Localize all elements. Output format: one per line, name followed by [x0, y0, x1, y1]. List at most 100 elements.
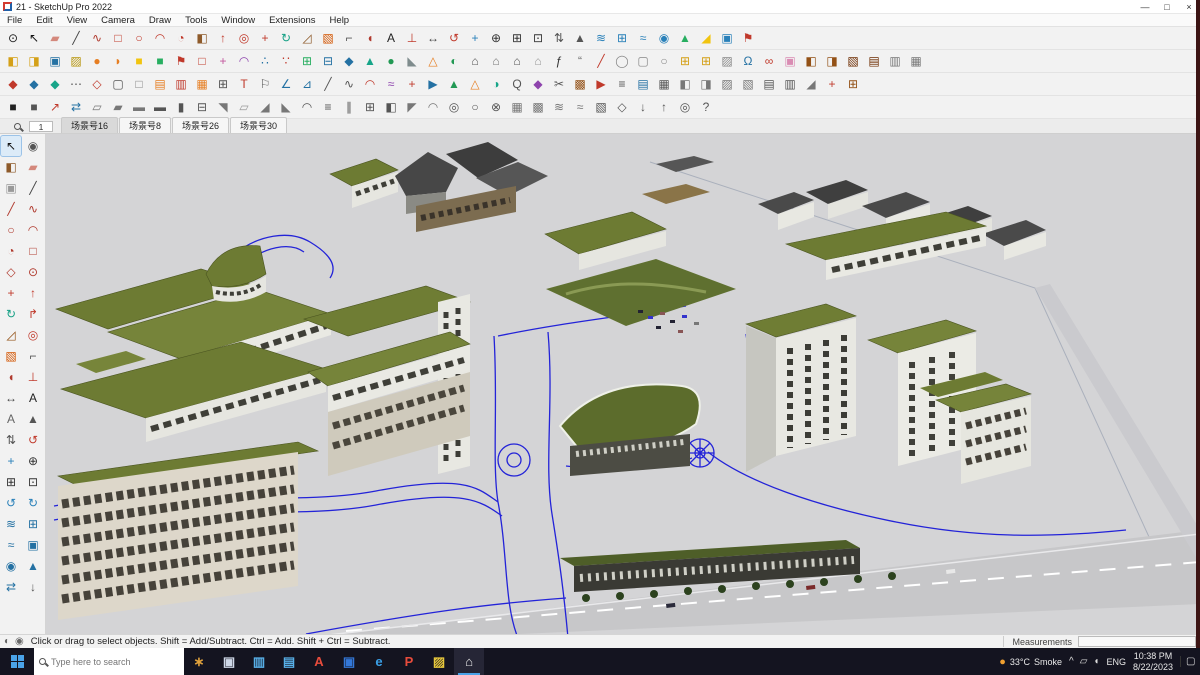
mesh2-icon[interactable]: ▩ — [528, 97, 548, 117]
iso-box-icon[interactable]: ◧ — [675, 74, 695, 94]
taskbar-store-app-icon[interactable]: ▥ — [244, 648, 274, 675]
menu-help[interactable]: Help — [323, 14, 357, 27]
clock[interactable]: 10:38 PM 8/22/2023 — [1133, 651, 1173, 673]
wall-icon[interactable]: ▥ — [780, 74, 800, 94]
line2-icon[interactable]: ╱ — [318, 74, 338, 94]
taskbar-colorwheel-app-icon[interactable]: ∗ — [184, 648, 214, 675]
tape-measure-icon[interactable]: ⌐ — [339, 28, 359, 48]
look-around-tool[interactable]: ◉ — [23, 136, 43, 156]
oval-button-icon[interactable]: ◯ — [612, 51, 632, 71]
scene-tab-16[interactable]: 场景号16 — [61, 117, 119, 133]
hatch2-icon[interactable]: ▧ — [738, 74, 758, 94]
polygon-tool[interactable]: ⊙ — [23, 262, 43, 282]
taskbar-yellow-app-icon[interactable]: ▨ — [424, 648, 454, 675]
orbit-tool[interactable]: ↺ — [23, 430, 43, 450]
taskbar-blue-app-icon[interactable]: ▣ — [334, 648, 364, 675]
section2-icon[interactable]: ▧ — [591, 97, 611, 117]
leaf-icon[interactable]: ◐ — [444, 51, 464, 71]
component-box2-icon[interactable]: ◨ — [24, 51, 44, 71]
menu-extensions[interactable]: Extensions — [262, 14, 322, 27]
circle-tool-icon[interactable]: ○ — [129, 28, 149, 48]
add-detail-tool[interactable]: ▲ — [23, 556, 43, 576]
dots-path-icon[interactable]: ⋯ — [66, 74, 86, 94]
pie-tool-icon[interactable]: ◔ — [171, 28, 191, 48]
box3d-3-icon[interactable]: ▧ — [843, 51, 863, 71]
minimize-button[interactable]: — — [1134, 0, 1156, 14]
protractor-icon[interactable]: ◖ — [360, 28, 380, 48]
arc-tool-icon[interactable]: ◠ — [150, 28, 170, 48]
taskbar-search[interactable] — [34, 648, 184, 675]
paint-bucket-tool[interactable]: ◧ — [1, 157, 21, 177]
green-tri-icon[interactable]: ▲ — [444, 74, 464, 94]
pie-tool[interactable]: ◔ — [1, 241, 21, 261]
truss-icon[interactable]: ◥ — [213, 97, 233, 117]
material-blue-icon[interactable]: ▣ — [45, 51, 65, 71]
terrain-icon[interactable]: ≋ — [549, 97, 569, 117]
stack-icon[interactable]: ▤ — [633, 74, 653, 94]
panel-icon[interactable]: ▬ — [129, 97, 149, 117]
beam-icon[interactable]: ▬ — [150, 97, 170, 117]
red-text-icon[interactable]: T — [234, 74, 254, 94]
taskbar-red-a-app-icon[interactable]: A — [304, 648, 334, 675]
angle-icon[interactable]: ∠ — [276, 74, 296, 94]
flag-outline-icon[interactable]: ⚐ — [255, 74, 275, 94]
ellipse-icon[interactable]: ○ — [654, 51, 674, 71]
orange-disc-icon[interactable]: ● — [87, 51, 107, 71]
text-tool[interactable]: A — [23, 388, 43, 408]
start-button[interactable] — [0, 648, 34, 675]
language-indicator[interactable]: ENG — [1106, 657, 1126, 667]
round-rect-icon[interactable]: ▢ — [633, 51, 653, 71]
select-tool-icon[interactable]: ↖ — [24, 28, 44, 48]
weather-widget[interactable]: ● 33°C Smoke — [999, 656, 1062, 668]
hexagon-icon[interactable]: ◇ — [87, 74, 107, 94]
flip-edge-tool[interactable]: ⇄ — [1, 577, 21, 597]
zoom-tool[interactable]: ⊕ — [23, 451, 43, 471]
3d-viewport[interactable] — [46, 134, 1200, 634]
frame-icon[interactable]: ⊟ — [192, 97, 212, 117]
hidden-icons-chevron[interactable]: ^ — [1069, 656, 1074, 667]
pyramid-icon[interactable]: ◣ — [402, 51, 422, 71]
dimension-tool[interactable]: ↔ — [1, 388, 21, 408]
diag-grid-icon[interactable]: ▨ — [717, 51, 737, 71]
smoove-icon[interactable]: ≈ — [633, 28, 653, 48]
rail-icon[interactable]: ∥ — [339, 97, 359, 117]
offset-tool[interactable]: ◎ — [23, 325, 43, 345]
pencil-red-icon[interactable]: ╱ — [591, 51, 611, 71]
previous-view-tool[interactable]: ↺ — [1, 493, 21, 513]
settings-icon[interactable]: ◎ — [675, 97, 695, 117]
crescent-icon[interactable]: ◗ — [108, 51, 128, 71]
plank2-icon[interactable]: ▰ — [108, 97, 128, 117]
pan-tool-icon[interactable]: + — [465, 28, 485, 48]
scale-tool[interactable]: ◿ — [1, 325, 21, 345]
sandbox-from-scratch-icon[interactable]: ⊞ — [612, 28, 632, 48]
menu-camera[interactable]: Camera — [94, 14, 142, 27]
door-icon[interactable]: ◧ — [381, 97, 401, 117]
zoom-window-tool[interactable]: ⊞ — [1, 472, 21, 492]
orange-doc-icon[interactable]: ▤ — [150, 74, 170, 94]
scene-tab-8[interactable]: 场景号8 — [119, 117, 172, 133]
dumbbell-icon[interactable]: ∞ — [759, 51, 779, 71]
export-icon[interactable]: ↓ — [633, 97, 653, 117]
select-tool[interactable]: ↖ — [0, 135, 22, 157]
scale-tool-icon[interactable]: ◿ — [297, 28, 317, 48]
package-icon[interactable]: ▩ — [570, 74, 590, 94]
wedge-icon[interactable]: ◢ — [255, 97, 275, 117]
zoom-window-icon[interactable]: ⊙ — [3, 28, 23, 48]
boxgrid-icon[interactable]: ⊞ — [843, 74, 863, 94]
pen-tray-icon[interactable]: ▱ — [1080, 656, 1088, 667]
zoom-selection-icon[interactable]: ⊡ — [528, 28, 548, 48]
position-camera-tool[interactable]: ▲ — [23, 409, 43, 429]
bolt-icon[interactable]: ⊗ — [486, 97, 506, 117]
blue-diamond-icon[interactable]: ◆ — [339, 51, 359, 71]
house2-icon[interactable]: ⌂ — [486, 51, 506, 71]
smoove-tool[interactable]: ≈ — [1, 535, 21, 555]
grid3-icon[interactable]: ▦ — [654, 74, 674, 94]
measurements-input[interactable] — [1078, 636, 1196, 647]
scissors-icon[interactable]: ✂ — [549, 74, 569, 94]
menu-file[interactable]: File — [0, 14, 29, 27]
offset-tool-icon[interactable]: ◎ — [234, 28, 254, 48]
roof-icon[interactable]: ◢ — [801, 74, 821, 94]
plank-icon[interactable]: ▱ — [87, 97, 107, 117]
slope-icon[interactable]: ⊿ — [297, 74, 317, 94]
axes-tool-icon[interactable]: ⊥ — [402, 28, 422, 48]
